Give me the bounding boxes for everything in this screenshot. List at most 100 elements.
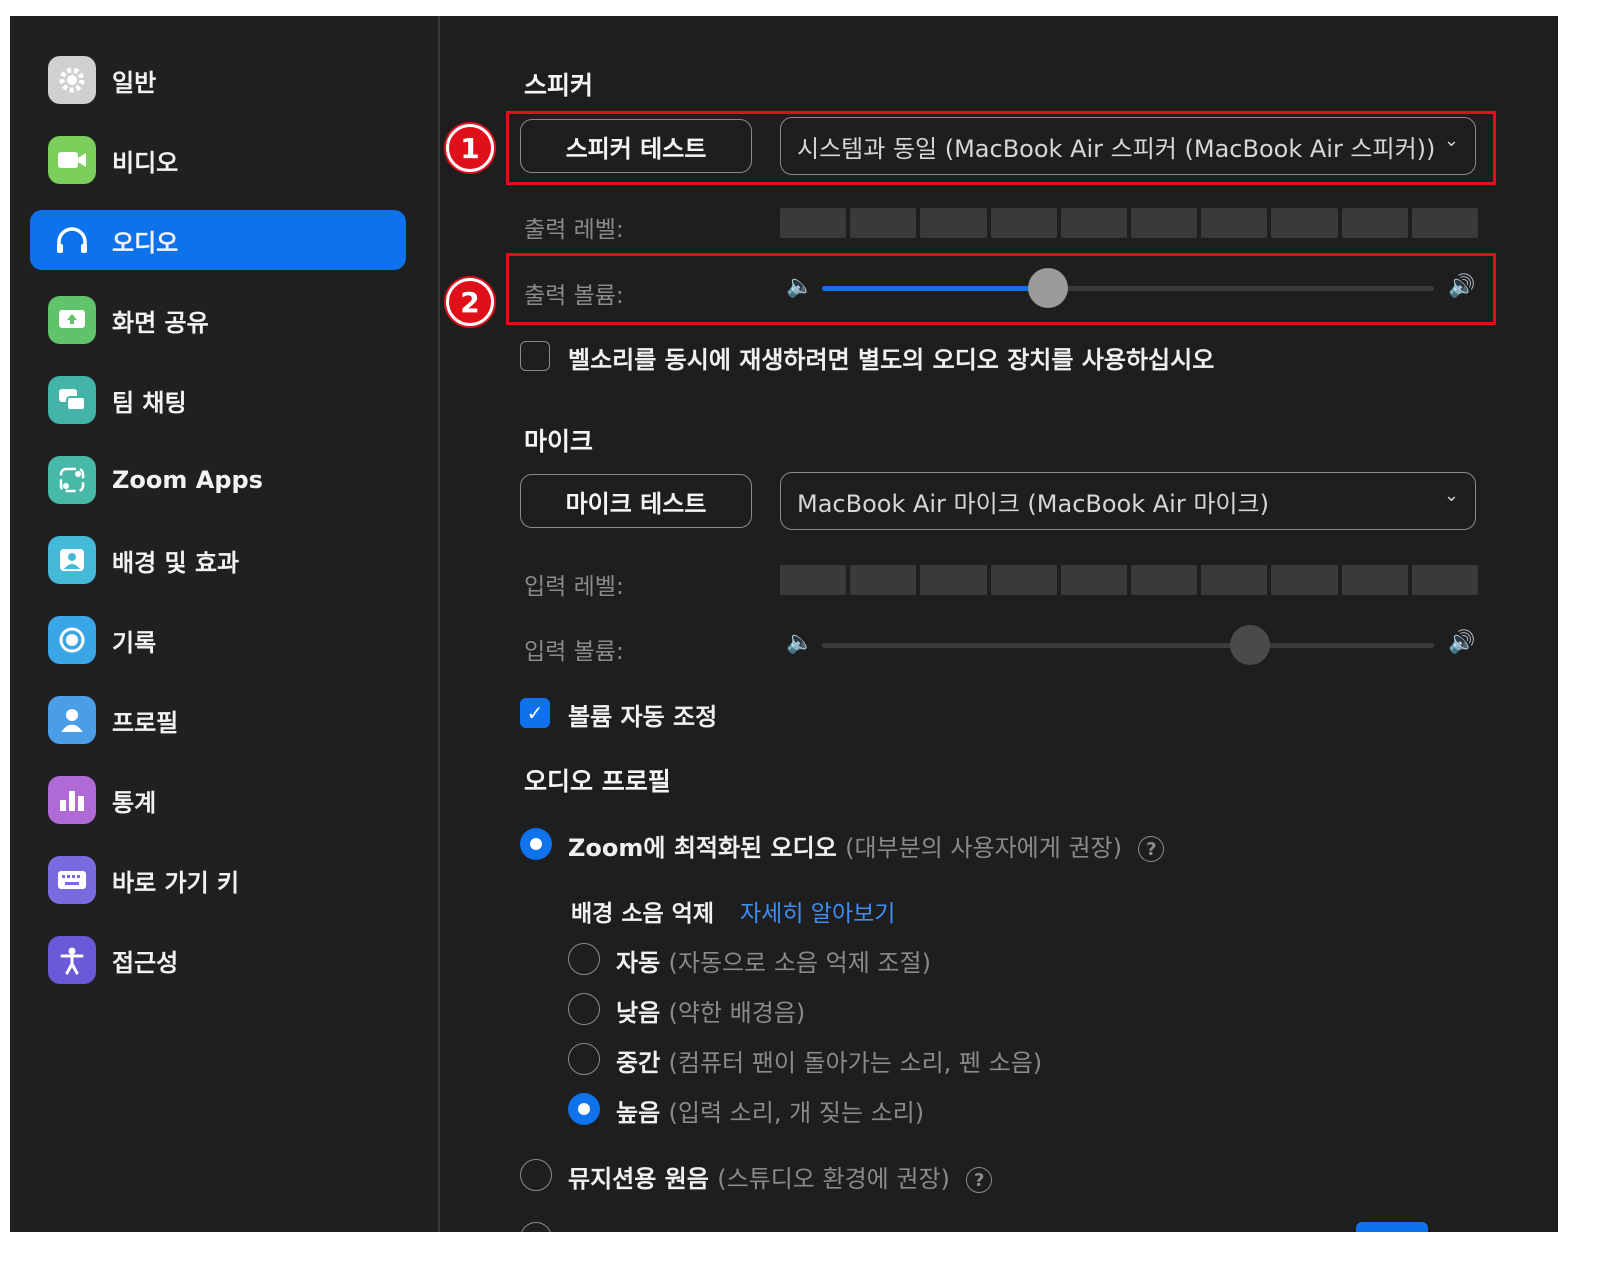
- sidebar-item-general[interactable]: 일반: [30, 50, 406, 110]
- sidebar-item-shortcuts[interactable]: 바로 가기 키: [30, 850, 406, 910]
- sidebar-item-label: 팀 채팅: [112, 388, 187, 417]
- input-volume-thumb[interactable]: [1230, 625, 1271, 665]
- sidebar-item-profile[interactable]: 프로필: [30, 690, 406, 750]
- video-camera-icon: [48, 136, 96, 184]
- output-volume-slider[interactable]: [822, 268, 1434, 308]
- musician-audio-note: (스튜디오 환경에 권장): [717, 1165, 950, 1193]
- musician-audio-label: 뮤지션용 원음: [568, 1165, 709, 1193]
- gear-icon: [48, 56, 96, 104]
- help-icon[interactable]: ?: [1138, 836, 1165, 862]
- sidebar-item-label: 바로 가기 키: [112, 868, 240, 897]
- microphone-device-select[interactable]: MacBook Air 마이크 (MacBook Air 마이크) ⌄: [780, 472, 1476, 530]
- input-level-label: 입력 레벨:: [524, 574, 624, 600]
- headphones-icon: [48, 216, 96, 264]
- zoom-optimized-audio-label: Zoom에 최적화된 오디오: [568, 834, 837, 862]
- noise-high-option: 높음 (입력 소리, 개 짖는 소리): [616, 1093, 924, 1128]
- sidebar-item-label: Zoom Apps: [112, 466, 263, 494]
- microphone-device-value: MacBook Air 마이크 (MacBook Air 마이크): [797, 489, 1269, 518]
- accessibility-icon: [48, 936, 96, 984]
- speaker-heading: 스피커: [524, 71, 594, 100]
- sidebar-item-statistics[interactable]: 통계: [30, 770, 406, 830]
- input-volume-slider[interactable]: [822, 625, 1434, 665]
- noise-medium-option: 중간 (컴퓨터 팬이 돌아가는 소리, 펜 소음): [616, 1043, 1042, 1078]
- sidebar-item-label: 일반: [112, 68, 157, 97]
- noise-suppression-label: 배경 소음 억제: [571, 901, 714, 927]
- background-person-icon: [48, 536, 96, 584]
- noise-low-note: (약한 배경음): [668, 999, 806, 1027]
- next-option-radio-partial[interactable]: [520, 1222, 552, 1232]
- sidebar-item-label: 배경 및 효과: [112, 548, 240, 577]
- noise-high-note: (입력 소리, 개 짖는 소리): [668, 1099, 925, 1127]
- output-level-meter: [780, 208, 1479, 238]
- noise-high-radio[interactable]: [568, 1093, 600, 1125]
- noise-medium-label: 중간: [616, 1049, 661, 1077]
- sidebar-item-video[interactable]: 비디오: [30, 130, 406, 190]
- chevron-down-icon: ⌄: [1443, 130, 1459, 151]
- speaker-high-icon: 🔊: [1448, 630, 1476, 655]
- sidebar-item-label: 화면 공유: [112, 308, 209, 337]
- noise-auto-radio[interactable]: [568, 943, 600, 975]
- chat-bubbles-icon: [48, 376, 96, 424]
- sidebar-item-label: 프로필: [112, 708, 179, 737]
- annotation-badge-1: 1: [446, 124, 494, 172]
- zoom-optimized-audio-note: (대부분의 사용자에게 권장): [845, 834, 1122, 862]
- input-volume-label: 입력 볼륨:: [524, 639, 624, 665]
- status-badge-partial: [1356, 1222, 1428, 1232]
- audio-profile-heading: 오디오 프로필: [524, 767, 671, 796]
- record-icon: [48, 616, 96, 664]
- bar-chart-icon: [48, 776, 96, 824]
- audio-settings-panel: 스피커 1 스피커 테스트 시스템과 동일 (MacBook Air 스피커 (…: [440, 16, 1558, 1232]
- microphone-test-button[interactable]: 마이크 테스트: [520, 474, 752, 528]
- sidebar-item-zoom-apps[interactable]: Zoom Apps: [30, 450, 406, 510]
- sidebar-item-audio[interactable]: 오디오: [30, 210, 406, 270]
- separate-device-label: 벨소리를 동시에 재생하려면 별도의 오디오 장치를 사용하십시오: [568, 346, 1215, 374]
- microphone-heading: 마이크: [524, 427, 594, 456]
- noise-medium-note: (컴퓨터 팬이 돌아가는 소리, 펜 소음): [668, 1049, 1043, 1077]
- speaker-test-button[interactable]: 스피커 테스트: [520, 119, 752, 173]
- input-level-meter: [780, 565, 1479, 595]
- auto-adjust-volume-checkbox[interactable]: ✓: [520, 698, 550, 728]
- zoom-optimized-audio-radio[interactable]: [520, 828, 552, 860]
- speaker-low-icon: 🔈: [786, 630, 814, 655]
- screen-share-icon: [48, 296, 96, 344]
- sidebar-item-team-chat[interactable]: 팀 채팅: [30, 370, 406, 430]
- sidebar-item-screen-share[interactable]: 화면 공유: [30, 290, 406, 350]
- separate-device-checkbox[interactable]: [520, 341, 550, 371]
- sidebar-item-label: 오디오: [112, 228, 179, 257]
- musician-audio-radio[interactable]: [520, 1159, 552, 1191]
- speaker-device-select[interactable]: 시스템과 동일 (MacBook Air 스피커 (MacBook Air 스피…: [780, 117, 1476, 175]
- sidebar-item-label: 비디오: [112, 148, 179, 177]
- zoom-optimized-audio-option: Zoom에 최적화된 오디오 (대부분의 사용자에게 권장) ?: [568, 828, 1165, 863]
- sidebar-item-label: 통계: [112, 788, 157, 817]
- zoom-settings-window: 일반 비디오 오디오 화면 공유 팀 채팅 Zoom Apps 배경 및 효과 …: [10, 16, 1558, 1232]
- sidebar-item-recording[interactable]: 기록: [30, 610, 406, 670]
- musician-audio-option: 뮤지션용 원음 (스튜디오 환경에 권장) ?: [568, 1159, 993, 1194]
- noise-low-radio[interactable]: [568, 993, 600, 1025]
- chevron-down-icon: ⌄: [1443, 485, 1459, 506]
- noise-medium-radio[interactable]: [568, 1043, 600, 1075]
- learn-more-link[interactable]: 자세히 알아보기: [740, 901, 895, 927]
- speaker-device-value: 시스템과 동일 (MacBook Air 스피커 (MacBook Air 스피…: [797, 134, 1436, 163]
- noise-low-option: 낮음 (약한 배경음): [616, 993, 805, 1028]
- apps-icon: [48, 456, 96, 504]
- annotation-badge-2: 2: [446, 278, 494, 326]
- noise-auto-note: (자동으로 소음 억제 조절): [668, 949, 931, 977]
- output-volume-fill: [822, 286, 1049, 291]
- speaker-high-icon: 🔊: [1448, 274, 1476, 299]
- noise-low-label: 낮음: [616, 999, 661, 1027]
- output-volume-label: 출력 볼륨:: [524, 283, 624, 309]
- sidebar-item-label: 기록: [112, 628, 157, 657]
- settings-sidebar: 일반 비디오 오디오 화면 공유 팀 채팅 Zoom Apps 배경 및 효과 …: [10, 16, 440, 1232]
- noise-suppression-row: 배경 소음 억제 자세히 알아보기: [571, 894, 895, 928]
- noise-auto-label: 자동: [616, 949, 661, 977]
- profile-icon: [48, 696, 96, 744]
- speaker-low-icon: 🔈: [786, 274, 814, 299]
- noise-auto-option: 자동 (자동으로 소음 억제 조절): [616, 943, 931, 978]
- help-icon[interactable]: ?: [966, 1167, 993, 1193]
- sidebar-item-label: 접근성: [112, 948, 179, 977]
- sidebar-item-accessibility[interactable]: 접근성: [30, 930, 406, 990]
- output-level-label: 출력 레벨:: [524, 217, 624, 243]
- keyboard-icon: [48, 856, 96, 904]
- sidebar-item-background-effects[interactable]: 배경 및 효과: [30, 530, 406, 590]
- noise-high-label: 높음: [616, 1099, 661, 1127]
